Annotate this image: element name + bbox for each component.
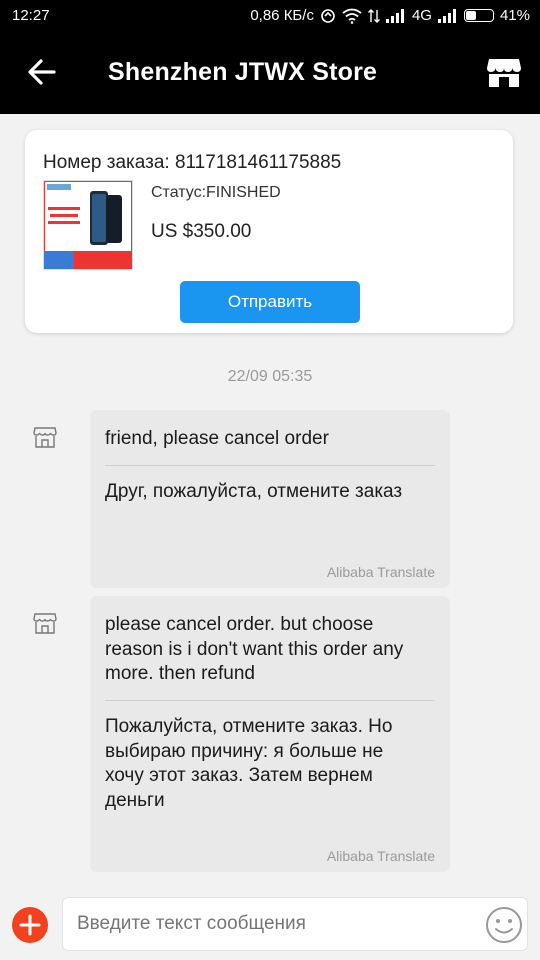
chat-timestamp: 22/09 05:35 xyxy=(227,368,313,385)
product-thumbnail[interactable] xyxy=(43,180,133,270)
add-attachment-button[interactable] xyxy=(12,907,48,943)
status-time: 12:27 xyxy=(12,7,50,24)
seller-avatar[interactable] xyxy=(33,611,57,635)
sync-icon xyxy=(321,8,335,23)
message-bubble[interactable]: friend, please cancel order Друг, пожалу… xyxy=(90,410,450,588)
battery-fill xyxy=(465,11,476,20)
network-type: 4G xyxy=(411,7,432,24)
translator-label: Alibaba Translate xyxy=(326,848,435,864)
data-arrows-icon xyxy=(367,8,380,23)
message-original: friend, please cancel order xyxy=(105,428,329,449)
message-translation: Друг, пожалуйста, отмените заказ xyxy=(105,481,403,502)
plus-icon xyxy=(19,914,41,936)
store-icon xyxy=(33,427,57,448)
order-card[interactable]: Номер заказа: 8117181461175885 Статус:FI… xyxy=(25,130,513,333)
store-button[interactable] xyxy=(484,52,524,92)
emoji-button[interactable] xyxy=(484,905,524,945)
translator-label: Alibaba Translate xyxy=(326,564,435,580)
signal-icon-2 xyxy=(437,8,456,23)
product-image xyxy=(44,181,132,269)
status-bar: 12:27 0,86 КБ/с 4G 41% xyxy=(0,0,540,32)
network-speed: 0,86 КБ/с xyxy=(250,7,314,24)
seller-avatar[interactable] xyxy=(33,425,57,449)
message-original: please cancel order. but choose reason i… xyxy=(105,614,404,684)
order-price: US $350.00 xyxy=(151,221,252,242)
store-icon xyxy=(33,613,57,634)
page-title: Shenzhen JTWX Store xyxy=(108,58,378,86)
app-bar: Shenzhen JTWX Store xyxy=(0,32,540,114)
back-button[interactable] xyxy=(22,52,62,92)
send-order-button[interactable]: Отправить xyxy=(180,281,360,323)
order-number: Номер заказа: 8117181461175885 xyxy=(43,152,342,173)
status-right: 0,86 КБ/с 4G 41% xyxy=(250,7,530,24)
message-translation: Пожалуйста, отмените заказ. Но выбираю п… xyxy=(105,716,393,811)
store-icon xyxy=(487,59,521,87)
smiley-icon xyxy=(486,907,522,943)
message-bubble[interactable]: please cancel order. but choose reason i… xyxy=(90,596,450,872)
battery-percent: 41% xyxy=(499,7,530,24)
arrow-left-icon xyxy=(28,59,56,85)
signal-icon xyxy=(385,8,404,23)
order-status: Статус:FINISHED xyxy=(151,184,281,201)
battery-icon xyxy=(463,9,494,22)
message-input[interactable] xyxy=(62,897,528,951)
message-input-bar xyxy=(0,893,540,960)
wifi-icon xyxy=(342,8,362,24)
